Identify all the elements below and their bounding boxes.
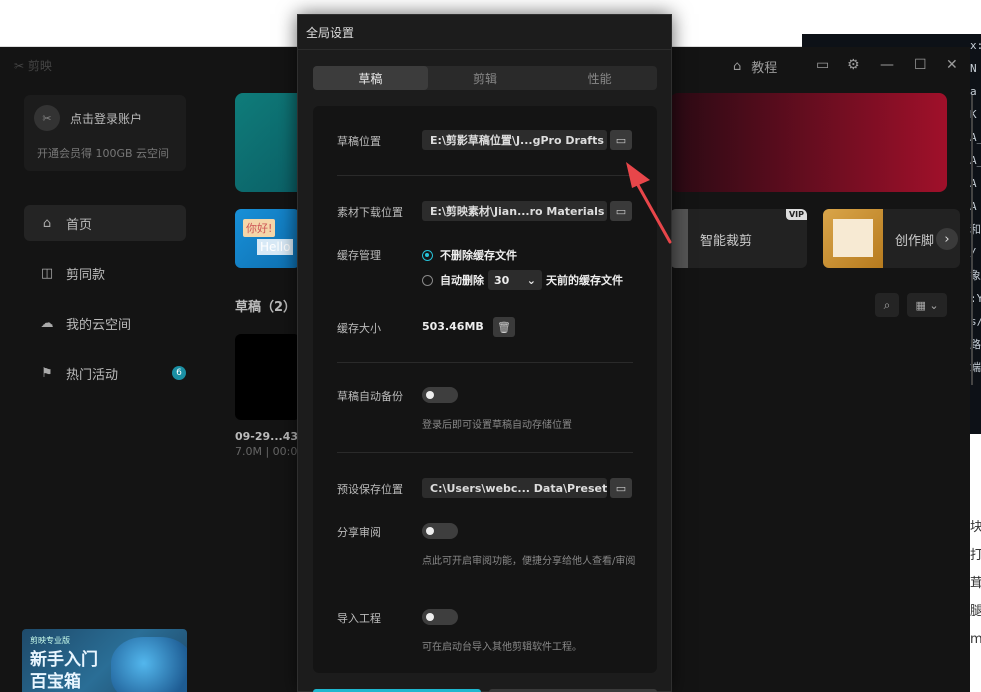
sidebar: ✂ 点击登录账户 开通会员得 100GB 云空间 ⌂ 首页 ◫ 剪同款 ☁ 我的…: [0, 85, 210, 692]
trash-icon[interactable]: 🗑: [493, 317, 515, 337]
home-icon: ⌂: [42, 215, 52, 231]
material-location-label: 素材下载位置: [337, 206, 403, 219]
auto-backup-toggle[interactable]: [422, 387, 458, 403]
sidebar-item-activities[interactable]: ⚑ 热门活动 6: [24, 355, 186, 391]
sidebar-item-home[interactable]: ⌂ 首页: [24, 205, 186, 241]
document-line: m: [970, 632, 981, 647]
days-dropdown[interactable]: 30 ⌄: [488, 270, 542, 290]
share-review-hint: 点此可开启审阅功能，便捷分享给他人查看/审阅: [422, 556, 636, 567]
settings-gear-icon[interactable]: ⚙: [847, 57, 860, 73]
cloud-icon: ☁: [40, 315, 54, 331]
folder-icon[interactable]: ▭: [610, 130, 632, 150]
beginner-promo-banner[interactable]: 剪映专业版 新手入门 百宝箱: [22, 629, 187, 692]
document-line: 茸: [970, 576, 981, 591]
document-line: 块: [970, 520, 981, 535]
document-line: 腿: [970, 604, 981, 619]
app-logo: ✂ 剪映: [14, 59, 52, 73]
sidebar-item-templates[interactable]: ◫ 剪同款: [24, 255, 186, 291]
settings-panel: 草稿位置 E:\剪影草稿位置\J...gPro Drafts ▭ 素材下载位置 …: [313, 106, 657, 673]
cache-size-value: 503.46MB: [422, 320, 484, 333]
tutorial-button[interactable]: ⌂ 教程: [733, 57, 777, 76]
text-to-video-tile[interactable]: 你好! Hello: [235, 209, 300, 268]
radio-unselected[interactable]: [422, 274, 433, 286]
avatar: ✂: [34, 105, 60, 131]
feature-banner[interactable]: [670, 93, 947, 192]
logo-icon: ✂: [14, 59, 25, 73]
preset-location-field[interactable]: C:\Users\webc... Data\Presets: [422, 478, 607, 498]
feedback-icon[interactable]: ▭: [816, 57, 829, 73]
keep-cache-option[interactable]: 不删除缓存文件: [422, 247, 517, 263]
radio-selected[interactable]: [422, 249, 433, 261]
chevron-down-icon: ⌄: [526, 273, 536, 287]
document-line: 打: [970, 548, 981, 563]
settings-tabs: 草稿 剪辑 性能: [313, 66, 657, 90]
draft-location-field[interactable]: E:\剪影草稿位置\J...gPro Drafts: [422, 130, 607, 150]
share-review-toggle[interactable]: [422, 523, 458, 539]
folder-icon[interactable]: ▭: [610, 478, 632, 498]
draft-location-label: 草稿位置: [337, 135, 381, 148]
annotation-arrow: [626, 162, 672, 244]
tab-editing[interactable]: 剪辑: [428, 66, 543, 90]
chevron-right-icon[interactable]: ›: [936, 228, 958, 250]
login-card[interactable]: ✂ 点击登录账户 开通会员得 100GB 云空间: [24, 95, 186, 171]
draft-thumbnail[interactable]: [235, 334, 300, 420]
promo-3d-blob: [111, 637, 187, 692]
background-document-edge: 块打茸腿m: [970, 434, 981, 692]
draft-meta: 7.0M | 00:0: [235, 445, 298, 458]
share-review-label: 分享审阅: [337, 526, 381, 539]
vip-hint: 开通会员得 100GB 云空间: [37, 147, 170, 160]
preset-location-label: 预设保存位置: [337, 483, 403, 496]
import-project-hint: 可在启动台导入其他剪辑软件工程。: [422, 642, 582, 653]
import-project-label: 导入工程: [337, 612, 381, 625]
auto-backup-label: 草稿自动备份: [337, 390, 403, 403]
terminal-line: N: [970, 62, 977, 75]
cache-management-label: 缓存管理: [337, 249, 381, 262]
smart-crop-tile[interactable]: 智能裁剪 VIP: [670, 209, 807, 268]
auto-delete-option[interactable]: 自动删除 30 ⌄ 天前的缓存文件: [422, 270, 623, 290]
tab-drafts[interactable]: 草稿: [313, 66, 428, 90]
vip-badge: VIP: [785, 209, 807, 220]
flag-icon: ⚑: [41, 365, 53, 381]
draft-name: 09-29...439: [235, 430, 300, 443]
maximize-icon[interactable]: ☐: [914, 57, 927, 73]
activity-badge: 6: [172, 366, 186, 380]
view-toggle-button[interactable]: ▦ ⌄: [907, 293, 947, 317]
global-settings-dialog: 全局设置 草稿 剪辑 性能 草稿位置 E:\剪影草稿位置\J...gPro Dr…: [297, 14, 672, 692]
import-project-toggle[interactable]: [422, 609, 458, 625]
terminal-line: x:: [970, 39, 981, 52]
auto-backup-hint: 登录后即可设置草稿自动存储位置: [422, 420, 572, 431]
material-location-field[interactable]: E:\剪映素材\Jian...ro Materials: [422, 201, 607, 221]
start-creation-banner[interactable]: [235, 93, 305, 192]
graduation-cap-icon: ⌂: [733, 58, 742, 74]
tab-performance[interactable]: 性能: [542, 66, 657, 90]
close-icon[interactable]: ✕: [946, 57, 958, 73]
dialog-title: 全局设置: [306, 26, 355, 40]
login-label: 点击登录账户: [70, 112, 143, 126]
search-icon[interactable]: ⌕: [875, 293, 899, 317]
terminal-edge: [971, 95, 973, 385]
sidebar-item-cloud[interactable]: ☁ 我的云空间: [24, 305, 186, 341]
drafts-heading: 草稿（2）: [235, 300, 297, 315]
template-icon: ◫: [40, 265, 54, 281]
cache-size-label: 缓存大小: [337, 322, 381, 335]
minimize-icon[interactable]: —: [880, 57, 894, 73]
